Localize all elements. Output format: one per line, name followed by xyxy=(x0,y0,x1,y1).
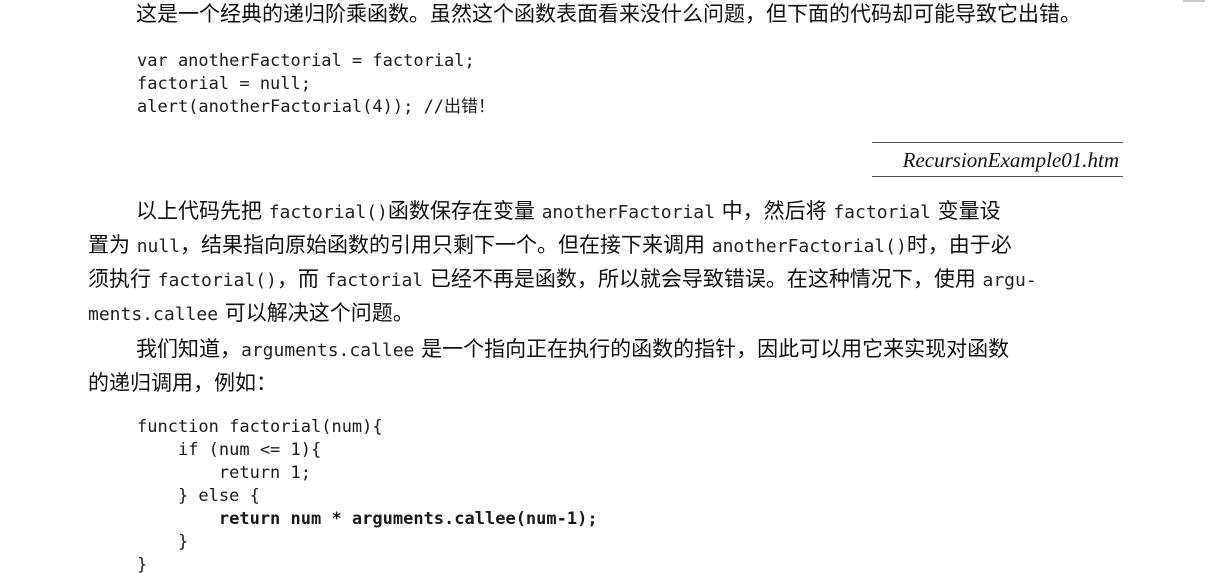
inline-code: arguments.callee xyxy=(241,340,415,361)
paragraph-1-line-4: ments.callee 可以解决这个问题。 xyxy=(88,301,414,325)
intro-text: 这是一个经典的递归阶乘函数。虽然这个函数表面看来没什么问题，但下面的代码却可能导… xyxy=(136,2,1081,26)
paragraph-2-line-2: 的递归调用，例如： xyxy=(88,371,277,395)
code-line: var anotherFactorial = factorial; xyxy=(137,51,475,71)
inline-code: anotherFactorial() xyxy=(711,236,907,257)
paragraph-1-line-2: 置为 null，结果指向原始函数的引用只剩下一个。但在接下来调用 another… xyxy=(88,233,1012,257)
inline-code: ments.callee xyxy=(88,304,219,325)
code-block-2: function factorial(num){ if (num <= 1){ … xyxy=(137,416,598,573)
paragraph-2-line-1: 我们知道，arguments.callee 是一个指向正在执行的函数的指针，因此… xyxy=(136,337,1010,361)
inline-code: null xyxy=(136,236,181,257)
caption-rule-bottom xyxy=(872,176,1123,177)
top-edge-marker xyxy=(1183,0,1205,2)
inline-code: factorial xyxy=(325,270,424,291)
inline-code: anotherFactorial xyxy=(541,202,715,223)
code-block-1: var anotherFactorial = factorial; factori… xyxy=(137,50,495,119)
code-line: } xyxy=(137,555,148,573)
inline-code: factorial() xyxy=(268,202,388,223)
code-line: alert(anotherFactorial(4)); //出错！ xyxy=(137,97,496,117)
inline-code: argu- xyxy=(982,270,1037,291)
code-line: factorial = null; xyxy=(137,74,311,94)
code-line: return 1; xyxy=(137,463,311,483)
paragraph-1-line-3: 须执行 factorial()，而 factorial 已经不再是函数，所以就会… xyxy=(88,267,1037,291)
paragraph-1-line-1: 以上代码先把 factorial()函数保存在变量 anotherFactori… xyxy=(136,199,1001,223)
code-line: } else { xyxy=(137,486,260,506)
code-line: } xyxy=(137,532,189,552)
example-filename-caption: RecursionExample01.htm xyxy=(902,148,1119,172)
code-line: function factorial(num){ xyxy=(137,417,383,437)
code-line: if (num <= 1){ xyxy=(137,440,322,460)
inline-code: factorial xyxy=(833,202,931,223)
inline-code: factorial() xyxy=(157,270,277,291)
code-line-bold: return num * arguments.callee(num-1); xyxy=(137,509,598,529)
caption-rule-top xyxy=(872,142,1123,143)
